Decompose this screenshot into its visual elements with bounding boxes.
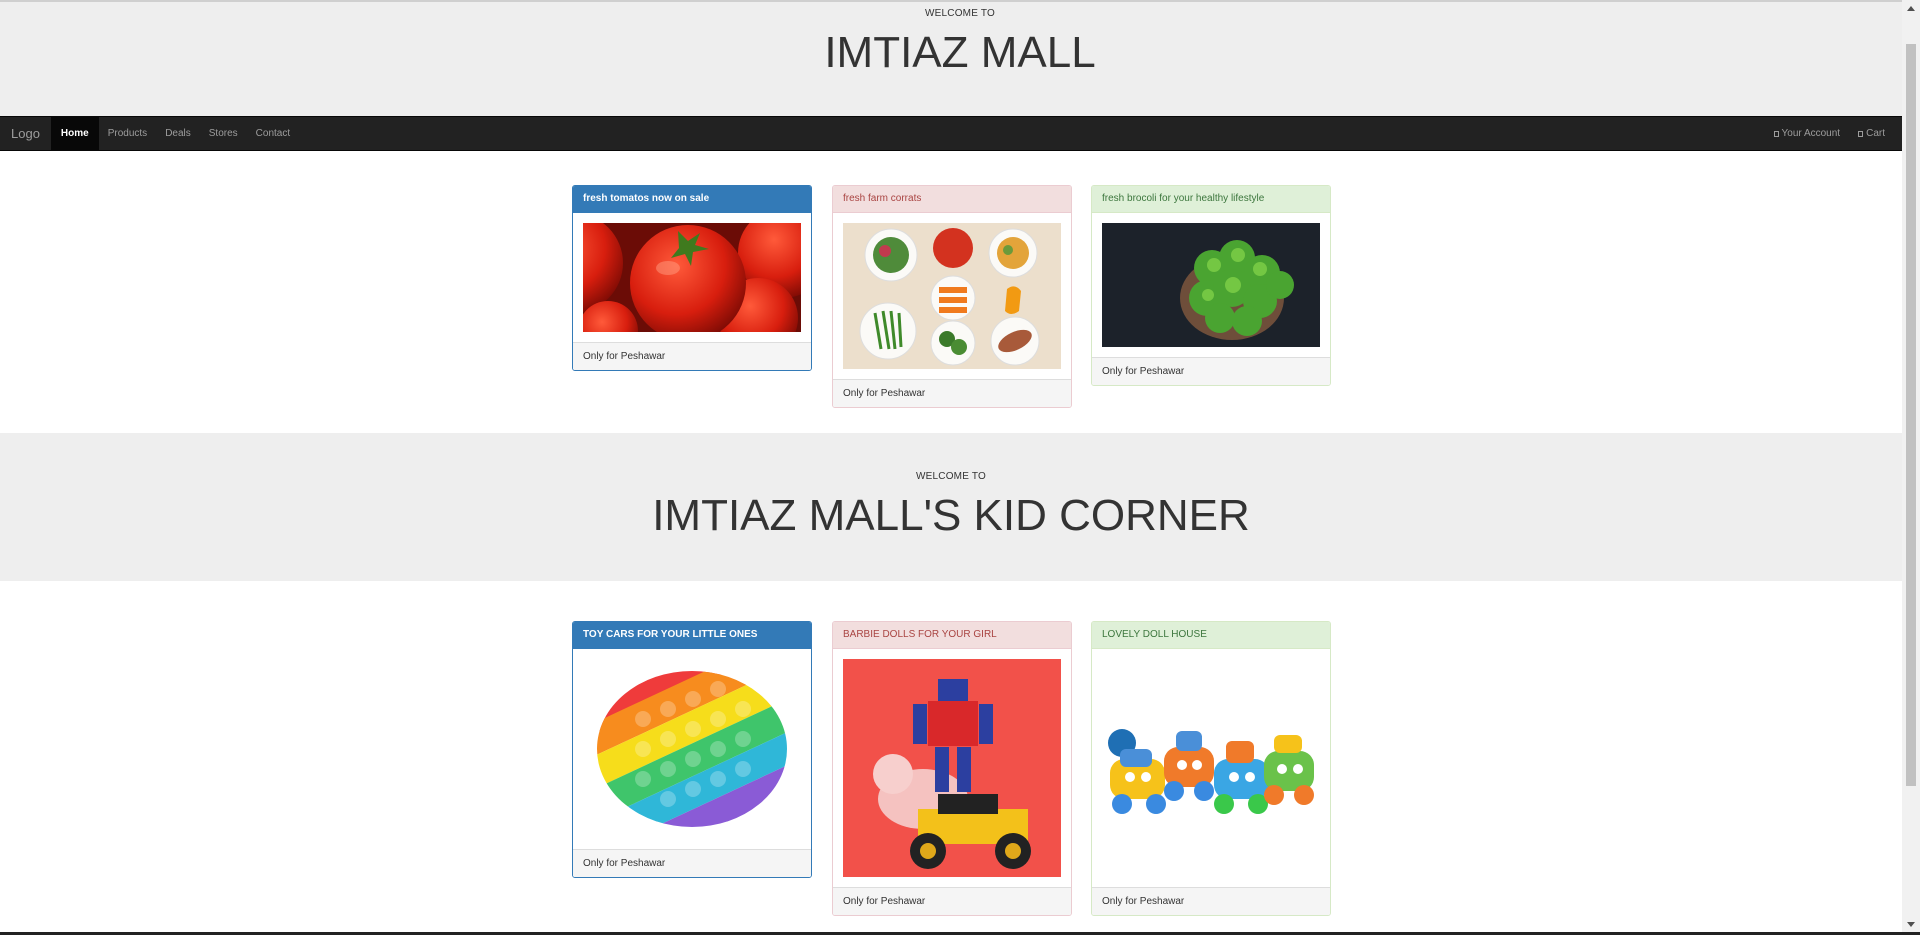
kids-jumbotron: WELCOME TO IMTIAZ MALL'S KID CORNER	[0, 433, 1902, 581]
card-footer: Only for Peshawar	[1092, 887, 1330, 915]
card-heading: TOY CARS FOR YOUR LITTLE ONES	[573, 622, 811, 649]
scrollbar-thumb[interactable]	[1906, 44, 1916, 786]
nav-contact[interactable]: Contact	[247, 117, 299, 150]
toy-cars-image	[1102, 659, 1320, 877]
nav-cart[interactable]: Cart	[1849, 117, 1894, 150]
scroll-up-arrow-icon[interactable]	[1907, 6, 1915, 11]
card-footer: Only for Peshawar	[833, 379, 1071, 407]
cart-icon	[1858, 130, 1864, 137]
nav-cart-label: Cart	[1866, 128, 1885, 139]
card-footer: Only for Peshawar	[1092, 357, 1330, 385]
card-heading: fresh tomatos now on sale	[573, 186, 811, 213]
nav-account-label: Your Account	[1781, 128, 1841, 139]
page-title: IMTIAZ MALL	[824, 28, 1096, 77]
card-footer: Only for Peshawar	[573, 342, 811, 370]
logo-link[interactable]: Logo	[0, 117, 51, 150]
nav-products[interactable]: Products	[99, 117, 156, 150]
robot-toy-image	[843, 659, 1061, 877]
broccoli-image	[1102, 223, 1320, 347]
kids-title: IMTIAZ MALL'S KID CORNER	[652, 491, 1250, 540]
page-scrollbar[interactable]	[1902, 0, 1920, 935]
card-footer: Only for Peshawar	[833, 887, 1071, 915]
user-icon	[1773, 130, 1779, 137]
navbar: Logo Home Products Deals Stores Contact …	[0, 116, 1902, 151]
product-card-tomatoes[interactable]: fresh tomatos now on sale Only for Pesha…	[572, 185, 812, 371]
nav-stores[interactable]: Stores	[200, 117, 247, 150]
nav-home[interactable]: Home	[50, 117, 99, 150]
card-heading: fresh farm corrats	[833, 186, 1071, 213]
card-footer: Only for Peshawar	[573, 849, 811, 877]
card-heading: BARBIE DOLLS FOR YOUR GIRL	[833, 622, 1071, 649]
toy-card-dolls[interactable]: BARBIE DOLLS FOR YOUR GIRL Only for Pesh…	[832, 621, 1072, 916]
product-card-carrots[interactable]: fresh farm corrats Only for Peshawar	[832, 185, 1072, 408]
nav-deals[interactable]: Deals	[156, 117, 200, 150]
product-card-broccoli[interactable]: fresh brocoli for your healthy lifestyle…	[1091, 185, 1331, 386]
welcome-text: WELCOME TO	[925, 8, 995, 19]
carrots-image	[843, 223, 1061, 369]
header-jumbotron: WELCOME TO IMTIAZ MALL	[0, 0, 1920, 116]
card-heading: fresh brocoli for your healthy lifestyle	[1092, 186, 1330, 213]
nav-right: Your Account Cart	[1765, 117, 1902, 150]
toy-card-dollhouse[interactable]: LOVELY DOLL HOUSE Only for Peshawar	[1091, 621, 1331, 916]
toy-card-cars[interactable]: TOY CARS FOR YOUR LITTLE ONES Only for P…	[572, 621, 812, 878]
pop-it-image	[583, 659, 801, 839]
nav-account[interactable]: Your Account	[1765, 117, 1850, 150]
scroll-down-arrow-icon[interactable]	[1907, 922, 1915, 927]
welcome-text: WELCOME TO	[916, 471, 986, 482]
card-heading: LOVELY DOLL HOUSE	[1092, 622, 1330, 649]
tomato-image	[583, 223, 801, 332]
